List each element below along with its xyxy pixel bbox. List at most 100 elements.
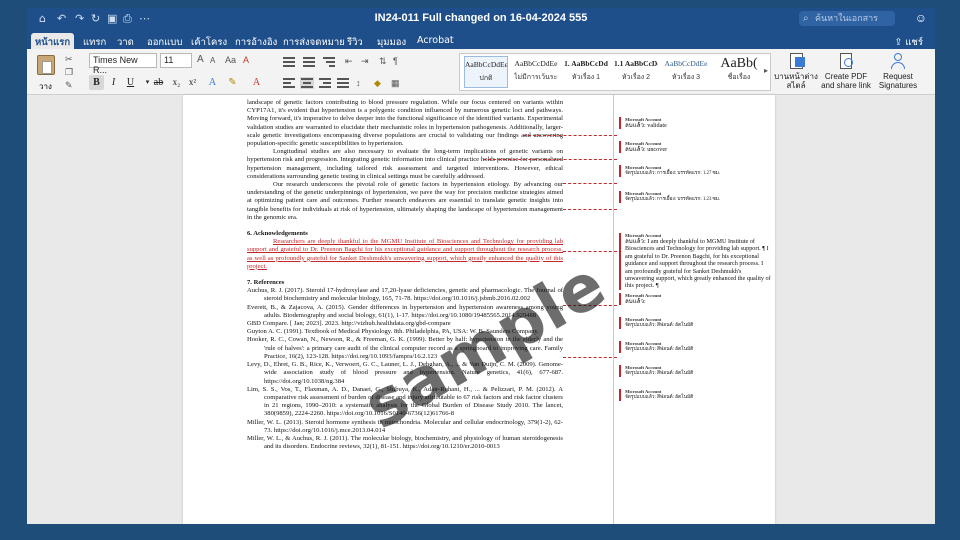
font-size-select[interactable]: 11	[160, 53, 192, 68]
style-title[interactable]: AaBb( ชื่อเรื่อง	[714, 56, 764, 88]
style-preview: 1. AaBbCcDd	[564, 59, 608, 68]
strikethrough-button[interactable]: ab	[151, 75, 166, 90]
clear-format-icon[interactable]: A	[243, 55, 253, 65]
decrease-indent-icon[interactable]: ⇤	[345, 56, 355, 66]
style-name: ปกติ	[479, 75, 493, 82]
sort-icon[interactable]: ⇅	[379, 56, 389, 66]
style-heading-2[interactable]: 1.1 AaBbCcDd หัวเรื่อง 2	[614, 56, 658, 88]
revision-leader-line	[563, 183, 617, 184]
search-icon: ⌕	[803, 13, 809, 24]
borders-icon[interactable]: ▦	[391, 78, 401, 88]
subscript-button[interactable]: x₂	[169, 75, 184, 90]
clipboard-icon	[37, 55, 55, 75]
tab-acrobat[interactable]: Acrobat	[413, 33, 458, 49]
revision-balloon[interactable]: Microsoft Account ลบแล้ว:	[619, 293, 771, 306]
styles-pane-icon	[786, 52, 806, 70]
create-pdf-button[interactable]: Create PDF and share link	[821, 52, 871, 92]
tab-review[interactable]: รีวิว	[343, 33, 367, 49]
tab-view[interactable]: มุมมอง	[373, 33, 410, 49]
revision-balloon[interactable]: Microsoft Account ลบแล้ว: uncover	[619, 141, 771, 154]
italic-button[interactable]: I	[106, 75, 121, 90]
section-heading-acknowledgements[interactable]: 6. Acknowledgements	[247, 230, 563, 238]
request-signatures-button[interactable]: Request Signatures	[873, 52, 923, 92]
ribbon-tabs: หน้าแรก แทรก วาด ออกแบบ เค้าโครง การอ้าง…	[27, 30, 935, 49]
cut-icon[interactable]: ✂	[65, 54, 75, 64]
share-label: แชร์	[905, 37, 923, 48]
highlight-icon[interactable]: ✎	[225, 75, 240, 90]
underline-button[interactable]: U	[123, 75, 138, 90]
comment-text: ลบแล้ว:	[625, 298, 646, 305]
shrink-font-icon[interactable]: A	[210, 56, 220, 66]
tab-home[interactable]: หน้าแรก	[31, 33, 75, 49]
revision-leader-line	[563, 209, 617, 210]
style-name: ชื่อเรื่อง	[727, 74, 751, 81]
justify-icon[interactable]	[336, 77, 350, 89]
revision-balloon[interactable]: Microsoft Account จัดรูปแบบแล้ว: สีฟอนต์:…	[619, 341, 771, 354]
format-painter-icon[interactable]: ✎	[65, 80, 75, 90]
paragraph[interactable]: landscape of genetic factors contributin…	[247, 99, 563, 148]
style-normal[interactable]: AaBbCcDdEe ปกติ	[464, 56, 508, 88]
revision-balloon[interactable]: Microsoft Account ลบแล้ว: validate	[619, 117, 771, 130]
revision-balloon[interactable]: Microsoft Account จัดรูปแบบแล้ว: สีฟอนต์:…	[619, 317, 771, 330]
comment-text: จัดรูปแบบแล้ว: การเยื้อง: บรรทัดแรก: 1.2…	[625, 171, 721, 176]
align-left-icon[interactable]	[282, 77, 296, 89]
tab-draw[interactable]: วาด	[113, 33, 138, 49]
revision-balloon[interactable]: Microsoft Account จัดรูปแบบแล้ว: การเยื้อ…	[619, 191, 771, 204]
styles-more-icon[interactable]: ▸	[764, 66, 768, 75]
paste-button[interactable]: วาง	[33, 53, 59, 91]
show-marks-icon[interactable]: ¶	[393, 56, 403, 66]
font-name-select[interactable]: Times New R...	[89, 53, 157, 75]
bold-button[interactable]: B	[89, 75, 104, 90]
comment-text: จัดรูปแบบแล้ว: สีฟอนต์: อัตโนมัติ	[625, 347, 694, 352]
align-center-icon[interactable]	[300, 77, 314, 89]
search-input[interactable]: ⌕ ค้นหาในเอกสาร	[799, 11, 895, 26]
change-case-icon[interactable]: Aa	[225, 55, 236, 65]
align-right-icon[interactable]	[318, 77, 332, 89]
superscript-button[interactable]: x²	[185, 75, 200, 90]
ribbon: วาง ✂ ❐ ✎ Times New R... 11 A A Aa A B I…	[27, 49, 935, 95]
reference-entry[interactable]: Miller, W. L., & Auchus, R. J. (2011). T…	[247, 435, 563, 451]
paste-label: วาง	[39, 82, 52, 91]
style-heading-3[interactable]: AaBbCcDdEe หัวเรื่อง 3	[664, 56, 708, 88]
comment-text: ลบแล้ว: validate	[625, 122, 667, 129]
font-size-value: 11	[164, 55, 174, 65]
tab-references[interactable]: การอ้างอิง	[231, 33, 281, 49]
multilevel-list-icon[interactable]	[322, 55, 336, 67]
comment-text: จัดรูปแบบแล้ว: การเยื้อง: บรรทัดแรก: 1.2…	[625, 197, 721, 202]
revision-balloon[interactable]: Microsoft Account จัดรูปแบบแล้ว: การเยื้อ…	[619, 165, 771, 178]
tab-insert[interactable]: แทรก	[79, 33, 110, 49]
request-signatures-label: Request Signatures	[878, 72, 918, 90]
copy-icon[interactable]: ❐	[65, 67, 75, 77]
feedback-icon[interactable]: ☺	[915, 11, 927, 25]
bullets-icon[interactable]	[282, 55, 296, 67]
style-heading-1[interactable]: 1. AaBbCcDd หัวเรื่อง 1	[564, 56, 608, 88]
revision-leader-line	[563, 251, 617, 252]
shading-icon[interactable]: ◆	[374, 78, 384, 88]
style-no-spacing[interactable]: AaBbCcDdEe ไม่มีการเว้นระยะ	[514, 56, 558, 88]
style-preview: AaBbCcDdEe	[514, 59, 558, 68]
tab-mailings[interactable]: การส่งจดหมาย	[279, 33, 349, 49]
styles-pane-button[interactable]: บานหน้าต่าง สไตล์	[773, 52, 819, 92]
revision-balloon[interactable]: Microsoft Account จัดรูปแบบแล้ว: สีฟอนต์:…	[619, 389, 771, 402]
style-name: ไม่มีการเว้นระยะ	[514, 74, 558, 81]
paragraph[interactable]: Longitudinal studies are also necessary …	[247, 148, 563, 181]
font-color-icon[interactable]: A	[249, 75, 264, 90]
comment-text: ลบแล้ว: uncover	[625, 146, 668, 153]
numbering-icon[interactable]	[302, 55, 316, 67]
document-area: landscape of genetic factors contributin…	[27, 95, 935, 524]
font-name-value: Times New R...	[93, 55, 138, 75]
tracked-insertion[interactable]: Researchers are deeply thankful to the M…	[247, 238, 563, 271]
style-preview: AaBb(	[720, 56, 758, 71]
tab-design[interactable]: ออกแบบ	[143, 33, 186, 49]
paragraph[interactable]: Our research underscores the pivotal rol…	[247, 181, 563, 222]
comment-text: จัดรูปแบบแล้ว: สีฟอนต์: อัตโนมัติ	[625, 395, 694, 400]
increase-indent-icon[interactable]: ⇥	[361, 56, 371, 66]
revision-balloon[interactable]: Microsoft Account จัดรูปแบบแล้ว: สีฟอนต์:…	[619, 365, 771, 378]
share-button[interactable]: ⇪ แชร์	[894, 35, 923, 50]
word-window: ⌂ ↶ ↷ ↻ ▣ ⎙ ⋯ IN24-011 Full changed on 1…	[27, 8, 935, 524]
text-effects-icon[interactable]: A	[205, 75, 220, 90]
tab-layout[interactable]: เค้าโครง	[187, 33, 231, 49]
line-spacing-icon[interactable]: ↕	[356, 78, 366, 88]
grow-font-icon[interactable]: A	[197, 55, 207, 65]
revision-balloon[interactable]: Microsoft Account ลบแล้ว: I am deeply tha…	[619, 233, 771, 290]
